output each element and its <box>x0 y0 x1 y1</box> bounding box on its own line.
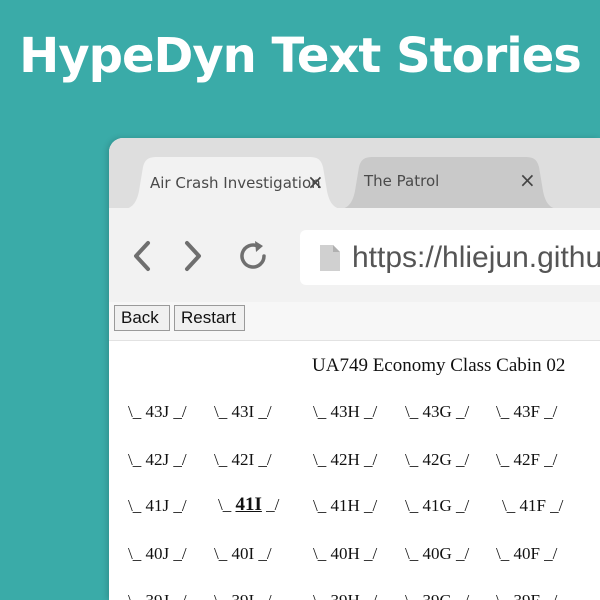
seat-42I[interactable]: \_ 42I _/ <box>214 450 272 470</box>
seat-41J[interactable]: \_ 41J _/ <box>128 496 187 516</box>
seat-43J[interactable]: \_ 43J _/ <box>128 402 187 422</box>
seat-41G[interactable]: \_ 41G _/ <box>405 496 469 516</box>
seat-40I[interactable]: \_ 40I _/ <box>214 544 272 564</box>
seat-43I[interactable]: \_ 43I _/ <box>214 402 272 422</box>
seat-43G[interactable]: \_ 43G _/ <box>405 402 469 422</box>
browser-window: The Patrol × Air Crash Investigation × h… <box>109 138 600 600</box>
seat-39F[interactable]: \_ 39F _/ <box>496 591 557 600</box>
seat-43F[interactable]: \_ 43F _/ <box>496 402 557 422</box>
tab-the-patrol[interactable]: The Patrol × <box>339 157 559 209</box>
page-title: UA749 Economy Class Cabin 02 <box>312 355 566 376</box>
chevron-left-icon[interactable] <box>127 238 161 274</box>
chevron-right-icon[interactable] <box>175 238 209 274</box>
selected-seat-label[interactable]: 41I <box>235 494 261 515</box>
reload-icon[interactable] <box>237 238 271 274</box>
seat-40J[interactable]: \_ 40J _/ <box>128 544 187 564</box>
seat-42H[interactable]: \_ 42H _/ <box>313 450 377 470</box>
tab-strip: The Patrol × Air Crash Investigation × <box>109 138 600 209</box>
banner-title: HypeDyn Text Stories <box>19 28 582 84</box>
seat-40F[interactable]: \_ 40F _/ <box>496 544 557 564</box>
seat-39J[interactable]: \_ 39J _/ <box>128 591 187 600</box>
tab-label: Air Crash Investigation <box>150 174 321 192</box>
seat-41F[interactable]: \_ 41F _/ <box>502 496 563 516</box>
seat-42F[interactable]: \_ 42F _/ <box>496 450 557 470</box>
seat-41I-selected[interactable]: \_ 41I _/ <box>218 494 279 516</box>
url-text[interactable]: https://hliejun.githu <box>352 241 600 275</box>
seat-39I[interactable]: \_ 39I _/ <box>214 591 272 600</box>
close-icon[interactable]: × <box>519 168 536 192</box>
back-button[interactable]: Back <box>114 305 170 331</box>
seat-42J[interactable]: \_ 42J _/ <box>128 450 187 470</box>
browser-toolbar: https://hliejun.githu <box>109 208 600 302</box>
story-content: UA749 Economy Class Cabin 02 \_ 43J _/ \… <box>109 341 600 600</box>
restart-button[interactable]: Restart <box>174 305 245 331</box>
seat-39G[interactable]: \_ 39G _/ <box>405 591 469 600</box>
tab-label: The Patrol <box>364 172 440 190</box>
seat-39H[interactable]: \_ 39H _/ <box>313 591 377 600</box>
tab-air-crash-investigation[interactable]: Air Crash Investigation × <box>123 157 343 209</box>
page-icon <box>320 245 340 271</box>
seat-42G[interactable]: \_ 42G _/ <box>405 450 469 470</box>
seat-40G[interactable]: \_ 40G _/ <box>405 544 469 564</box>
story-controls: Back Restart <box>109 302 600 341</box>
seat-43H[interactable]: \_ 43H _/ <box>313 402 377 422</box>
seat-41H[interactable]: \_ 41H _/ <box>313 496 377 516</box>
seat-40H[interactable]: \_ 40H _/ <box>313 544 377 564</box>
address-bar[interactable]: https://hliejun.githu <box>300 230 600 285</box>
close-icon[interactable]: × <box>307 170 324 194</box>
